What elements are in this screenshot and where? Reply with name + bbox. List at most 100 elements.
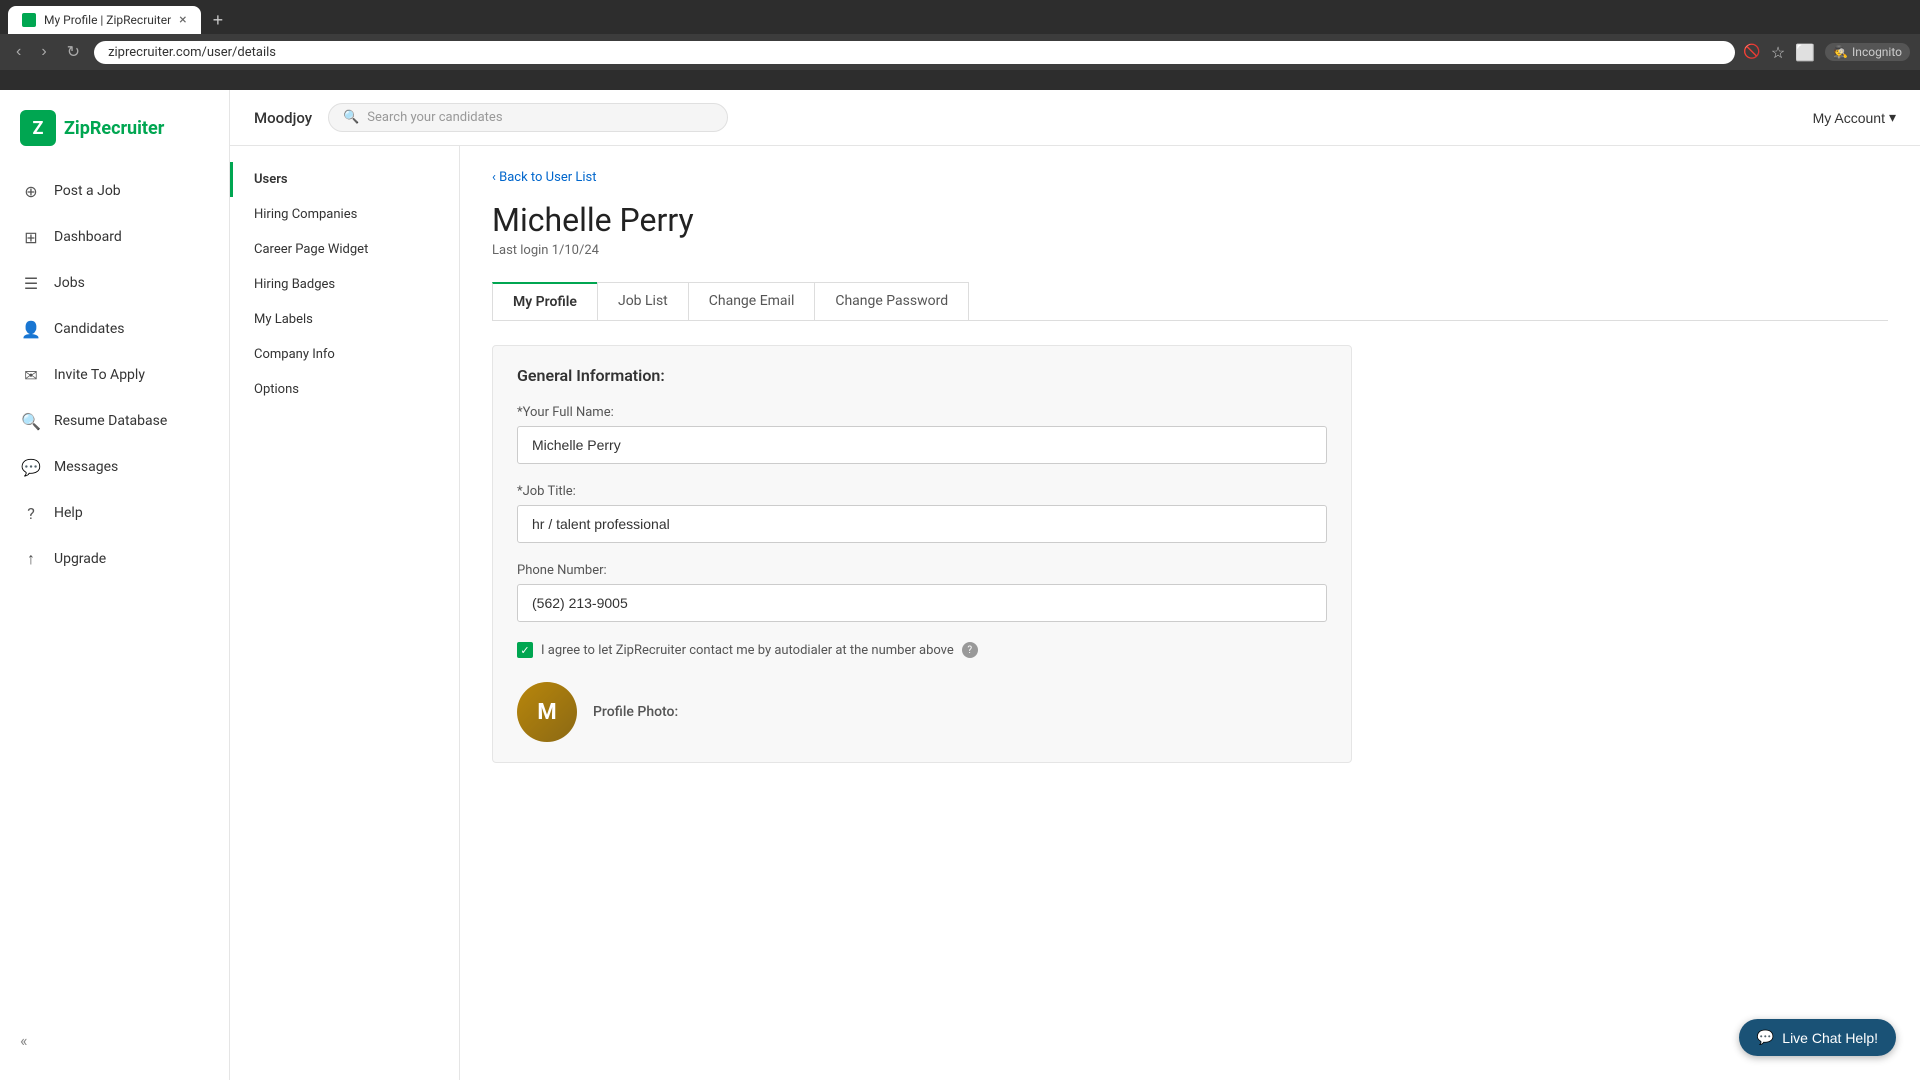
phone-input[interactable] [517,584,1327,622]
secondary-sidebar-career-page[interactable]: Career Page Widget [230,232,459,267]
my-account-button[interactable]: My Account ▾ [1813,109,1896,126]
account-chevron: ▾ [1889,109,1896,126]
secondary-sidebar-hiring-badges[interactable]: Hiring Badges [230,267,459,302]
sidebar-label-help: Help [54,505,83,521]
full-name-group: *Your Full Name: [517,405,1327,464]
upgrade-icon: ↑ [20,548,42,570]
post-job-icon: ⊕ [20,180,42,202]
back-to-user-list-link[interactable]: ‹ Back to User List [492,170,1888,185]
secondary-sidebar-company-info[interactable]: Company Info [230,337,459,372]
primary-sidebar: Z ZipRecruiter ⊕ Post a Job ⊞ Dashboard … [0,90,230,1080]
sidebar-item-dashboard[interactable]: ⊞ Dashboard [0,216,229,258]
sidebar-footer: « [0,1021,229,1060]
autodialer-label: I agree to let ZipRecruiter contact me b… [541,643,954,658]
profile-photo-section: M Profile Photo: [517,682,1327,742]
tab-change-email[interactable]: Change Email [688,282,816,320]
sidebar-label-jobs: Jobs [54,275,85,291]
secondary-sidebar-users[interactable]: Users [230,162,459,197]
back-button[interactable]: ‹ [10,41,27,63]
sidebar-item-help[interactable]: ? Help [0,492,229,534]
options-label: Options [254,382,299,397]
address-bar[interactable]: ziprecruiter.com/user/details [94,41,1735,64]
profile-tabs: My Profile Job List Change Email Change … [492,282,1888,321]
active-tab[interactable]: My Profile | ZipRecruiter × [8,6,201,34]
sidebar-item-candidates[interactable]: 👤 Candidates [0,308,229,350]
refresh-button[interactable]: ↻ [61,40,86,64]
logo-text: ZipRecruiter [64,118,164,139]
autodialer-checkbox[interactable]: ✓ [517,642,533,658]
browser-nav-right: 🚫 ☆ ⬜ 🕵 Incognito [1743,43,1910,62]
avatar: M [517,682,577,742]
job-title-input[interactable] [517,505,1327,543]
logo-icon: Z [20,110,56,146]
top-nav: Moodjoy 🔍 Search your candidates My Acco… [230,90,1920,146]
sidebar-item-messages[interactable]: 💬 Messages [0,446,229,488]
incognito-icon: 🕵 [1833,45,1848,59]
tab-change-password[interactable]: Change Password [814,282,969,320]
sidebar-label-upgrade: Upgrade [54,551,106,567]
app-layout: Z ZipRecruiter ⊕ Post a Job ⊞ Dashboard … [0,90,1920,1080]
secondary-sidebar-hiring-companies[interactable]: Hiring Companies [230,197,459,232]
avatar-initial: M [537,700,556,725]
live-chat-button[interactable]: 💬 Live Chat Help! [1739,1019,1896,1056]
sidebar-item-invite-to-apply[interactable]: ✉ Invite To Apply [0,354,229,396]
browser-chrome: My Profile | ZipRecruiter × + ‹ › ↻ zipr… [0,0,1920,90]
sidebar-label-post-a-job: Post a Job [54,183,121,199]
tab-job-list[interactable]: Job List [597,282,689,320]
sidebar-item-jobs[interactable]: ☰ Jobs [0,262,229,304]
jobs-icon: ☰ [20,272,42,294]
messages-icon: 💬 [20,456,42,478]
bookmark-icon[interactable]: ☆ [1771,43,1785,62]
sidebar-item-post-a-job[interactable]: ⊕ Post a Job [0,170,229,212]
url-text: ziprecruiter.com/user/details [108,45,276,60]
help-icon: ? [20,502,42,524]
company-info-label: Company Info [254,347,335,362]
users-label: Users [254,172,288,187]
job-title-group: *Job Title: [517,484,1327,543]
incognito-label: Incognito [1852,45,1902,59]
sidebar-logo: Z ZipRecruiter [0,110,229,166]
sidebar-item-upgrade[interactable]: ↑ Upgrade [0,538,229,580]
autodialer-help-icon[interactable]: ? [962,642,978,658]
search-placeholder: Search your candidates [367,110,502,125]
hiring-companies-label: Hiring Companies [254,207,357,222]
main-content: ‹ Back to User List Michelle Perry Last … [460,146,1920,1080]
autodialer-consent-group: ✓ I agree to let ZipRecruiter contact me… [517,642,1327,658]
sidebar-item-resume-database[interactable]: 🔍 Resume Database [0,400,229,442]
sidebar-label-candidates: Candidates [54,321,125,337]
full-name-input[interactable] [517,426,1327,464]
new-tab-button[interactable]: + [205,10,232,31]
general-info-form: General Information: *Your Full Name: *J… [492,345,1352,763]
tab-my-profile[interactable]: My Profile [492,282,598,320]
invite-icon: ✉ [20,364,42,386]
secondary-sidebar: Users Hiring Companies Career Page Widge… [230,146,460,1080]
sidebar-label-invite: Invite To Apply [54,367,145,383]
secondary-sidebar-my-labels[interactable]: My Labels [230,302,459,337]
dashboard-icon: ⊞ [20,226,42,248]
last-login: Last login 1/10/24 [492,243,1888,258]
incognito-badge: 🕵 Incognito [1825,43,1910,61]
main-area: Users Hiring Companies Career Page Widge… [230,146,1920,1080]
forward-button[interactable]: › [35,41,52,63]
split-view-icon[interactable]: ⬜ [1795,43,1815,62]
company-name: Moodjoy [254,109,312,127]
collapse-sidebar-button[interactable]: « [20,1031,28,1050]
browser-tabs: My Profile | ZipRecruiter × + [0,0,1920,34]
resume-icon: 🔍 [20,410,42,432]
close-tab-button[interactable]: × [179,12,186,28]
camera-off-icon: 🚫 [1743,44,1760,60]
hiring-badges-label: Hiring Badges [254,277,335,292]
secondary-sidebar-options[interactable]: Options [230,372,459,407]
search-icon: 🔍 [343,110,359,125]
sidebar-label-dashboard: Dashboard [54,229,122,245]
my-account-label: My Account [1813,110,1885,126]
live-chat-icon: 💬 [1757,1029,1774,1046]
tab-title: My Profile | ZipRecruiter [44,13,171,27]
search-bar[interactable]: 🔍 Search your candidates [328,103,728,132]
career-page-label: Career Page Widget [254,242,368,257]
full-name-label: *Your Full Name: [517,405,1327,420]
phone-group: Phone Number: [517,563,1327,622]
phone-label: Phone Number: [517,563,1327,578]
browser-nav-bar: ‹ › ↻ ziprecruiter.com/user/details 🚫 ☆ … [0,34,1920,70]
sidebar-label-resume: Resume Database [54,413,167,429]
